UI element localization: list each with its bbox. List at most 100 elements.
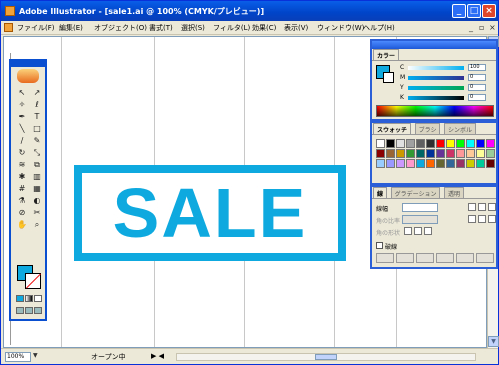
eyedropper-tool-icon[interactable]: ⚗ bbox=[15, 195, 29, 206]
color-swatch[interactable] bbox=[446, 149, 455, 158]
mesh-tool-icon[interactable]: # bbox=[15, 183, 29, 194]
slice-tool-icon[interactable]: ⊘ bbox=[15, 207, 29, 218]
color-swatch[interactable] bbox=[476, 139, 485, 148]
color-swatch[interactable] bbox=[456, 149, 465, 158]
status-nav-icon[interactable]: ▶ ◀ bbox=[151, 352, 164, 360]
sale-text[interactable]: SALE bbox=[82, 173, 338, 253]
color-stroke-swatch[interactable] bbox=[383, 72, 394, 83]
tab-swatches[interactable]: スウォッチ bbox=[373, 123, 412, 134]
color-swatch[interactable] bbox=[406, 149, 415, 158]
menu-select[interactable]: 選択(S) bbox=[181, 23, 205, 33]
color-mode-icon[interactable] bbox=[16, 295, 24, 302]
magenta-value[interactable]: 0 bbox=[468, 74, 486, 81]
paintbrush-tool-icon[interactable]: ∕ bbox=[15, 135, 29, 146]
miter-join-icon[interactable] bbox=[468, 215, 476, 223]
tab-brushes[interactable]: ブラシ bbox=[414, 123, 441, 134]
color-swatch[interactable] bbox=[406, 139, 415, 148]
yellow-value[interactable]: 0 bbox=[468, 84, 486, 91]
color-swatch[interactable] bbox=[396, 149, 405, 158]
scissors-tool-icon[interactable]: ✂ bbox=[30, 207, 44, 218]
color-swatch[interactable] bbox=[426, 149, 435, 158]
horizontal-scrollbar[interactable] bbox=[176, 353, 476, 361]
minimize-button[interactable]: _ bbox=[452, 4, 466, 18]
color-swatch[interactable] bbox=[376, 159, 385, 168]
color-swatch[interactable] bbox=[486, 139, 495, 148]
menu-view[interactable]: 表示(V) bbox=[284, 23, 308, 33]
standard-screen-icon[interactable] bbox=[16, 307, 24, 314]
full-screen-menu-icon[interactable] bbox=[25, 307, 33, 314]
color-swatch[interactable] bbox=[446, 139, 455, 148]
graph-tool-icon[interactable]: ▥ bbox=[30, 171, 44, 182]
cyan-track[interactable] bbox=[408, 66, 464, 70]
pen-tool-icon[interactable]: ✒ bbox=[15, 111, 29, 122]
color-swatch[interactable] bbox=[466, 159, 475, 168]
hand-tool-icon[interactable]: ✋ bbox=[15, 219, 29, 230]
magic-wand-tool-icon[interactable]: ✧ bbox=[15, 99, 29, 110]
color-swatch[interactable] bbox=[446, 159, 455, 168]
full-screen-icon[interactable] bbox=[34, 307, 42, 314]
color-swatch[interactable] bbox=[426, 159, 435, 168]
color-swatch[interactable] bbox=[386, 149, 395, 158]
color-swatch[interactable] bbox=[416, 159, 425, 168]
stroke-color-swatch[interactable] bbox=[25, 273, 41, 289]
menu-file[interactable]: ファイル(F) bbox=[17, 23, 55, 33]
cyan-value[interactable]: 100 bbox=[468, 64, 486, 71]
color-swatch[interactable] bbox=[396, 159, 405, 168]
dashed-line-checkbox[interactable] bbox=[376, 242, 383, 249]
color-swatch[interactable] bbox=[416, 139, 425, 148]
rotate-tool-icon[interactable]: ↻ bbox=[15, 147, 29, 158]
rectangle-tool-icon[interactable]: □ bbox=[30, 123, 44, 134]
bevel-join-icon[interactable] bbox=[488, 215, 496, 223]
color-swatch[interactable] bbox=[436, 159, 445, 168]
dash-field[interactable] bbox=[416, 253, 434, 263]
tab-transparency[interactable]: 透明 bbox=[444, 187, 465, 198]
align-inside-icon[interactable] bbox=[414, 227, 422, 235]
round-cap-icon[interactable] bbox=[478, 203, 486, 211]
align-center-icon[interactable] bbox=[404, 227, 412, 235]
zoom-tool-icon[interactable]: ⌕ bbox=[30, 219, 44, 230]
direct-selection-tool-icon[interactable]: ↗ bbox=[30, 87, 44, 98]
doc-close-icon[interactable]: × bbox=[489, 23, 496, 32]
gap-field[interactable] bbox=[396, 253, 414, 263]
maximize-button[interactable]: □ bbox=[467, 4, 481, 18]
black-value[interactable]: 0 bbox=[468, 94, 486, 101]
color-swatch[interactable] bbox=[396, 139, 405, 148]
doc-minimize-icon[interactable]: _ bbox=[469, 23, 473, 32]
menu-window[interactable]: ウィンドウ(W) bbox=[317, 23, 364, 33]
color-swatch[interactable] bbox=[386, 139, 395, 148]
stroke-weight-field[interactable] bbox=[402, 203, 438, 212]
symbol-sprayer-tool-icon[interactable]: ✱ bbox=[15, 171, 29, 182]
gradient-tool-icon[interactable]: ▦ bbox=[30, 183, 44, 194]
menu-filter[interactable]: フィルタ(L) bbox=[213, 23, 250, 33]
fill-stroke-widget[interactable] bbox=[17, 265, 41, 289]
lasso-tool-icon[interactable]: ℓ bbox=[30, 99, 44, 110]
yellow-slider[interactable]: Y 0 bbox=[400, 84, 496, 92]
menu-effect[interactable]: 効果(C) bbox=[252, 23, 276, 33]
color-swatch[interactable] bbox=[486, 149, 495, 158]
color-panel-titlebar[interactable] bbox=[372, 41, 496, 49]
color-swatch[interactable] bbox=[376, 149, 385, 158]
color-swatch[interactable] bbox=[466, 139, 475, 148]
blend-tool-icon[interactable]: ◐ bbox=[30, 195, 44, 206]
color-swatch[interactable] bbox=[456, 139, 465, 148]
color-swatch[interactable] bbox=[386, 159, 395, 168]
tab-symbols[interactable]: シンボル bbox=[444, 123, 477, 134]
color-swatch[interactable] bbox=[486, 159, 495, 168]
type-tool-icon[interactable]: T bbox=[30, 111, 44, 122]
projecting-cap-icon[interactable] bbox=[488, 203, 496, 211]
color-swatch[interactable] bbox=[376, 139, 385, 148]
horizontal-scroll-thumb[interactable] bbox=[315, 354, 337, 360]
scroll-down-icon[interactable]: ▼ bbox=[488, 336, 499, 347]
color-swatch[interactable] bbox=[416, 149, 425, 158]
selection-tool-icon[interactable]: ↖ bbox=[15, 87, 29, 98]
tab-color[interactable]: カラー bbox=[373, 49, 400, 60]
none-mode-icon[interactable] bbox=[34, 295, 42, 302]
zoom-dropdown-icon[interactable]: ▼ bbox=[33, 352, 42, 362]
menu-edit[interactable]: 編集(E) bbox=[59, 23, 83, 33]
magenta-slider[interactable]: M 0 bbox=[400, 74, 496, 82]
menu-help[interactable]: ヘルプ(H) bbox=[363, 23, 395, 33]
color-swatch[interactable] bbox=[466, 149, 475, 158]
color-swatch[interactable] bbox=[476, 149, 485, 158]
black-slider[interactable]: K 0 bbox=[400, 94, 496, 102]
gap-field[interactable] bbox=[476, 253, 494, 263]
